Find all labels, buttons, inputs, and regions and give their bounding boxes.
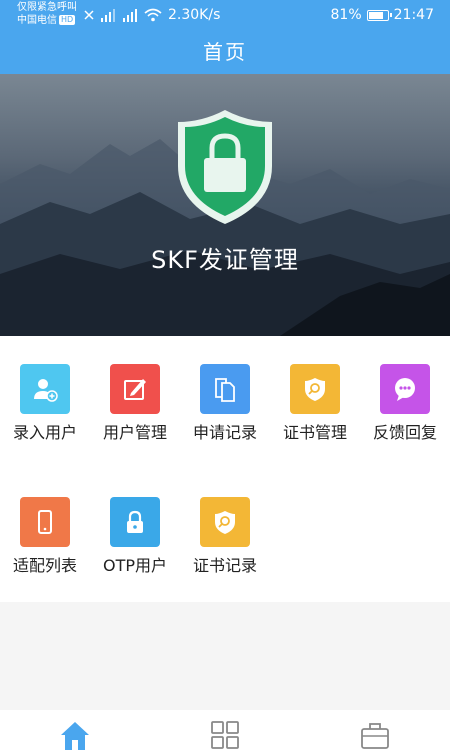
menu-item-label: 反馈回复 bbox=[372, 423, 437, 442]
page-title: 首页 bbox=[0, 30, 450, 74]
carrier-line-1: 仅限紧急呼叫 bbox=[17, 2, 77, 13]
signal-icon bbox=[101, 9, 115, 22]
briefcase-icon bbox=[361, 723, 389, 749]
carrier-line-2: 中国电信 bbox=[17, 15, 57, 26]
wifi-icon bbox=[144, 8, 162, 22]
menu-grid: 录入用户 用户管理 申请记录 证书管理 反馈回复 适配列表 OTP用户 证书记录 bbox=[0, 336, 450, 602]
menu-item-label: 用户管理 bbox=[102, 423, 167, 442]
clock: 21:47 bbox=[393, 7, 434, 23]
menu-item-feedback[interactable]: 反馈回复 bbox=[360, 364, 450, 443]
menu-item-add-user[interactable]: 录入用户 bbox=[0, 364, 90, 443]
chat-icon bbox=[380, 364, 430, 414]
lock-icon bbox=[110, 497, 160, 547]
tab-home[interactable] bbox=[59, 720, 91, 750]
menu-item-label: 证书管理 bbox=[282, 423, 347, 442]
no-sim-icon bbox=[84, 10, 94, 20]
menu-item-otp-users[interactable]: OTP用户 bbox=[90, 497, 180, 576]
menu-item-label: 录入用户 bbox=[12, 423, 77, 442]
menu-item-label: 证书记录 bbox=[192, 556, 257, 575]
certificate-icon bbox=[200, 497, 250, 547]
menu-item-label: OTP用户 bbox=[102, 556, 168, 575]
menu-item-cert-management[interactable]: 证书管理 bbox=[270, 364, 360, 443]
add-user-icon bbox=[20, 364, 70, 414]
menu-item-user-management[interactable]: 用户管理 bbox=[90, 364, 180, 443]
net-speed: 2.30K/s bbox=[168, 7, 221, 23]
phone-icon bbox=[20, 497, 70, 547]
menu-item-apply-records[interactable]: 申请记录 bbox=[180, 364, 270, 443]
menu-item-label: 申请记录 bbox=[192, 423, 257, 442]
carrier-info: 仅限紧急呼叫 中国电信 HD bbox=[17, 1, 77, 27]
edit-icon bbox=[110, 364, 160, 414]
battery-percent: 81% bbox=[330, 7, 362, 23]
hd-badge: HD bbox=[59, 15, 76, 25]
bottom-tab-bar bbox=[0, 710, 450, 750]
home-icon bbox=[61, 722, 89, 750]
documents-icon bbox=[200, 364, 250, 414]
hero-banner: SKF发证管理 bbox=[0, 74, 450, 336]
banner-title: SKF发证管理 bbox=[151, 246, 299, 274]
grid-icon bbox=[211, 721, 239, 749]
battery-icon bbox=[366, 9, 392, 21]
menu-item-cert-records[interactable]: 证书记录 bbox=[180, 497, 270, 576]
shield-lock-icon bbox=[178, 110, 272, 224]
signal-icon-2 bbox=[123, 9, 137, 22]
menu-item-compatible-list[interactable]: 适配列表 bbox=[0, 497, 90, 576]
tab-grid[interactable] bbox=[210, 720, 240, 750]
status-bar: 仅限紧急呼叫 中国电信 HD 2.30K/s 81% 21:47 bbox=[0, 0, 450, 30]
certificate-icon bbox=[290, 364, 340, 414]
menu-item-label: 适配列表 bbox=[12, 556, 77, 575]
tab-briefcase[interactable] bbox=[360, 720, 390, 750]
